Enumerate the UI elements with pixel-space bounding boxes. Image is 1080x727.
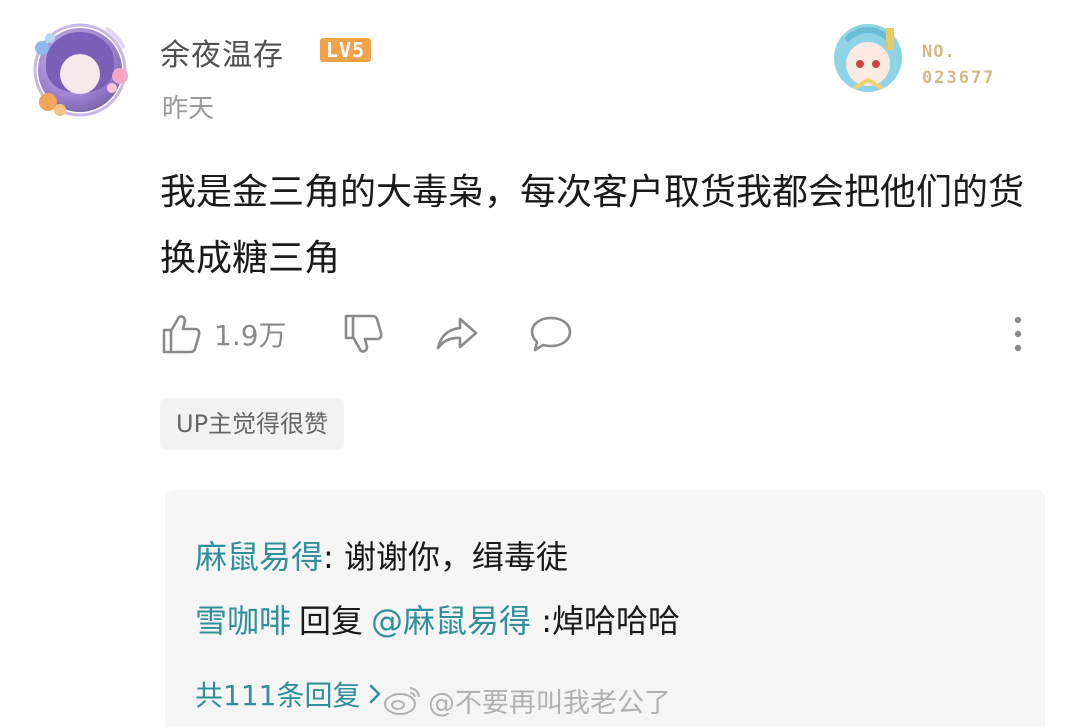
reply-button[interactable] xyxy=(528,306,574,362)
weibo-logo xyxy=(384,687,420,715)
comment-text: 我是金三角的大毒枭，每次客户取货我都会把他们的货换成糖三角 xyxy=(160,172,1025,279)
reply-separator: : xyxy=(323,538,344,576)
fan-badge-character-icon xyxy=(834,24,902,92)
like-count: 1.9万 xyxy=(214,319,287,352)
reply-icon xyxy=(530,316,572,352)
dislike-icon xyxy=(344,314,383,353)
reply-item[interactable]: 雪咖啡 回复 @麻鼠易得 :焯哈哈哈 xyxy=(195,596,680,642)
user-avatar[interactable] xyxy=(28,18,132,122)
fan-badge-number: 023677 xyxy=(922,68,996,88)
reply-username[interactable]: 雪咖啡 xyxy=(195,602,291,640)
like-button[interactable]: 1.9万 xyxy=(160,306,287,362)
reply-text: :焯哈哈哈 xyxy=(531,602,681,640)
watermark-text: @不要再叫我老公了 xyxy=(428,687,671,719)
reply-username[interactable]: 麻鼠易得 xyxy=(195,538,323,576)
reply-item[interactable]: 麻鼠易得: 谢谢你，缉毒徒 xyxy=(195,532,568,578)
chevron-right-icon xyxy=(370,684,381,704)
dislike-button[interactable] xyxy=(342,306,384,362)
up-liked-tag: UP主觉得很赞 xyxy=(160,398,345,450)
avatar-frame-decoration xyxy=(33,23,128,117)
more-options-button[interactable] xyxy=(1008,306,1028,362)
like-icon xyxy=(162,315,201,354)
share-icon xyxy=(436,317,478,350)
view-all-replies-link[interactable]: 共111条回复 xyxy=(195,674,382,714)
fan-badge-label: NO. xyxy=(922,42,956,62)
share-button[interactable] xyxy=(434,306,480,362)
total-replies-label: 共111条回复 xyxy=(195,679,361,712)
comment-username[interactable]: 余夜温存 xyxy=(160,30,284,74)
more-icon xyxy=(1014,316,1022,352)
reply-mention[interactable]: @麻鼠易得 xyxy=(371,602,531,640)
watermark: @不要再叫我老公了 xyxy=(382,680,671,720)
reply-text: 谢谢你，缉毒徒 xyxy=(343,538,568,576)
comment-time: 昨天 xyxy=(162,94,215,124)
fan-badge[interactable]: NO. 023677 xyxy=(826,14,1016,98)
comment-page: 余夜温存 LV5 昨天 NO. 023677 我是金三角的大毒枭，每次客户取货我… xyxy=(0,0,1080,727)
level-badge: LV5 xyxy=(320,38,372,62)
comment-actions: 1.9万 xyxy=(160,306,1040,362)
reply-verb: 回复 xyxy=(299,602,364,640)
